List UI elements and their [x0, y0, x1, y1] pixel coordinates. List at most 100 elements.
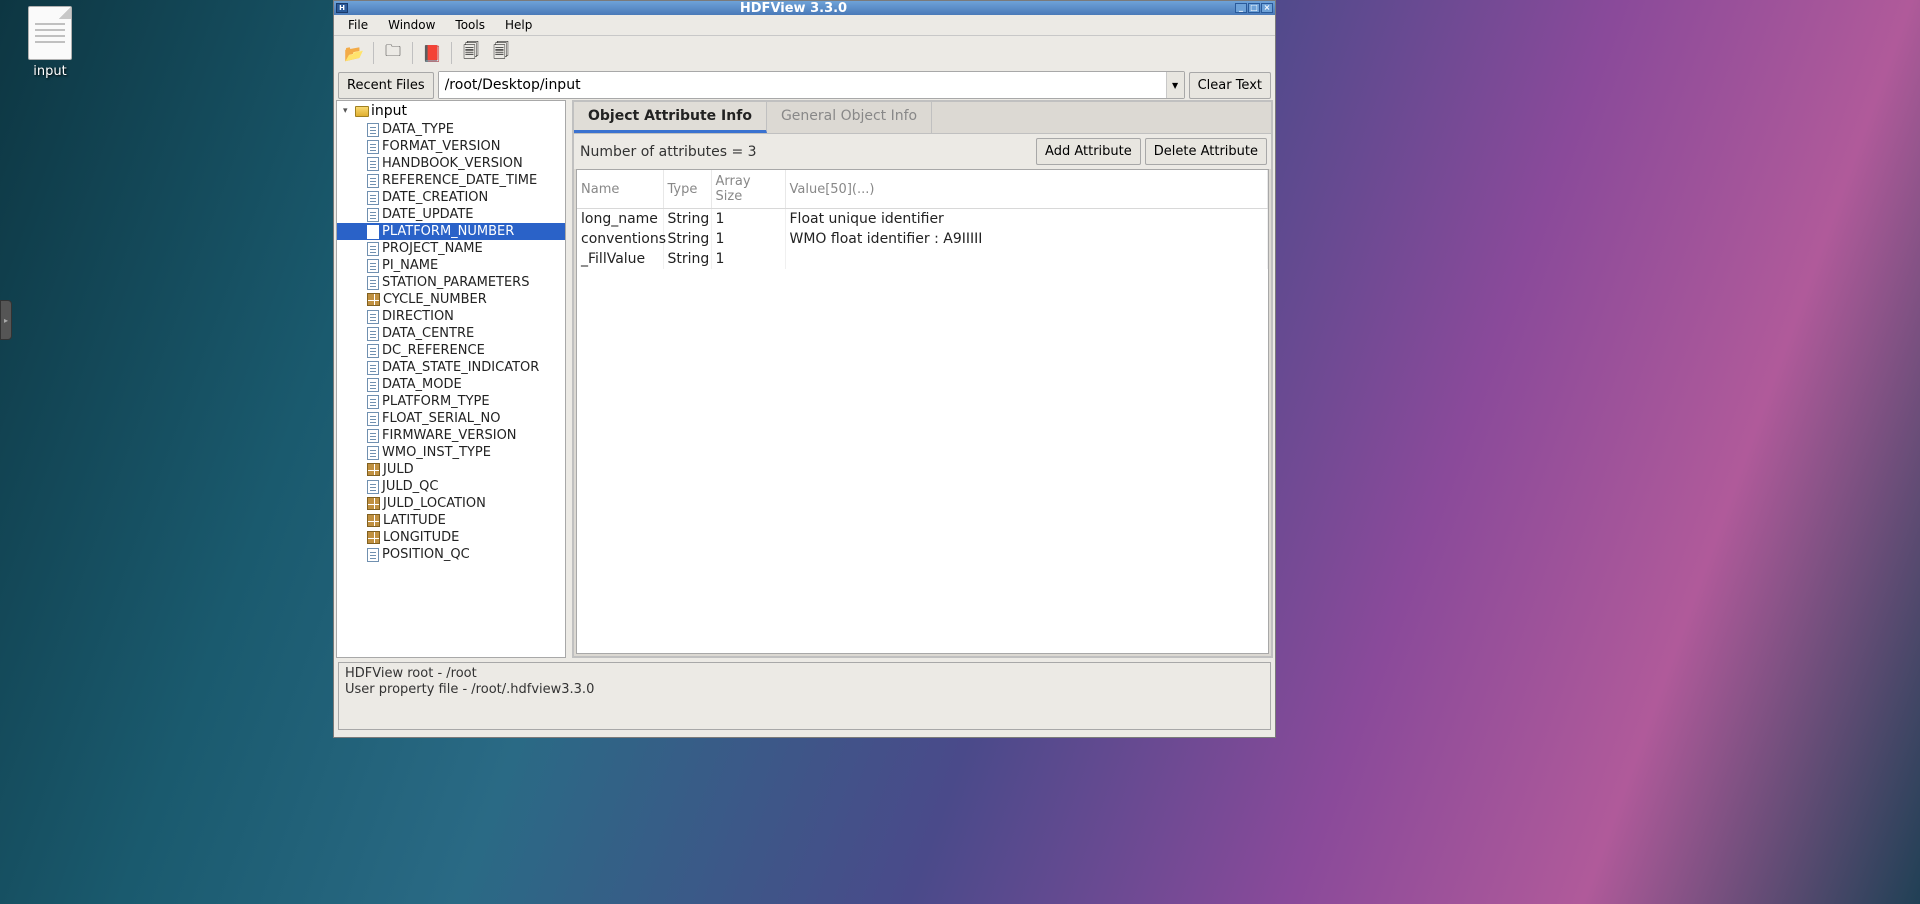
cell-name: _FillValue	[577, 249, 663, 269]
tree-item-wmo_inst_type[interactable]: WMO_INST_TYPE	[337, 444, 565, 461]
cell-value: Float unique identifier	[785, 209, 1268, 230]
table-row[interactable]: _FillValueString1	[577, 249, 1268, 269]
status-line-1: HDFView root - /root	[345, 666, 1264, 682]
tree-item-label: PLATFORM_TYPE	[382, 394, 490, 409]
folder-icon[interactable]: 🗀	[379, 40, 407, 66]
tree-item-label: HANDBOOK_VERSION	[382, 156, 523, 171]
tree-item-pi_name[interactable]: PI_NAME	[337, 257, 565, 274]
tree-item-juld[interactable]: JULD	[337, 461, 565, 478]
tree-item-platform_number[interactable]: PLATFORM_NUMBER	[337, 223, 565, 240]
tree-item-label: JULD	[383, 462, 414, 477]
dataset-grid-icon	[367, 531, 380, 544]
dataset-doc-icon	[367, 395, 379, 409]
path-input[interactable]	[439, 72, 1166, 98]
tree-item-dc_reference[interactable]: DC_REFERENCE	[337, 342, 565, 359]
tree-item-label: STATION_PARAMETERS	[382, 275, 529, 290]
expander-icon[interactable]: ▾	[343, 106, 353, 116]
dataset-doc-icon	[367, 429, 379, 443]
title-bar[interactable]: H HDFView 3.3.0 _ □ ×	[334, 1, 1275, 15]
cell-type: String	[663, 249, 711, 269]
tree-item-position_qc[interactable]: POSITION_QC	[337, 546, 565, 563]
delete-attribute-button[interactable]: Delete Attribute	[1145, 138, 1267, 165]
tree-item-data_type[interactable]: DATA_TYPE	[337, 121, 565, 138]
dataset-grid-icon	[367, 514, 380, 527]
dataset-grid-icon	[367, 463, 380, 476]
dataset-doc-icon	[367, 208, 379, 222]
attribute-table-container: Name Type Array Size Value[50](...) long…	[576, 169, 1269, 654]
tab-general-object-info[interactable]: General Object Info	[767, 102, 932, 133]
tree-item-platform_type[interactable]: PLATFORM_TYPE	[337, 393, 565, 410]
cell-type: String	[663, 209, 711, 230]
add-attribute-button[interactable]: Add Attribute	[1036, 138, 1141, 165]
dataset-doc-icon	[367, 191, 379, 205]
cell-size: 1	[711, 209, 785, 230]
table-row[interactable]: conventionsString1WMO float identifier :…	[577, 229, 1268, 249]
desktop-file-label: input	[18, 64, 82, 79]
tree-item-label: DIRECTION	[382, 309, 454, 324]
dataset-doc-icon	[367, 259, 379, 273]
file-icon	[28, 6, 72, 60]
menu-file[interactable]: File	[338, 16, 378, 34]
tree-item-label: DATA_MODE	[382, 377, 462, 392]
nav-fwd-icon[interactable]: 🗐	[487, 40, 515, 66]
folder-icon	[355, 106, 369, 117]
cell-value: WMO float identifier : A9IIIII	[785, 229, 1268, 249]
book-icon[interactable]: 📕	[418, 40, 446, 66]
tree-item-juld_qc[interactable]: JULD_QC	[337, 478, 565, 495]
desktop-file-icon[interactable]: input	[18, 6, 82, 79]
attribute-table[interactable]: Name Type Array Size Value[50](...) long…	[577, 170, 1268, 269]
dataset-grid-icon	[367, 497, 380, 510]
tree-item-data_state_indicator[interactable]: DATA_STATE_INDICATOR	[337, 359, 565, 376]
tree-item-label: FORMAT_VERSION	[382, 139, 500, 154]
tree-root[interactable]: ▾ input	[337, 101, 565, 121]
col-array-size[interactable]: Array Size	[711, 170, 785, 209]
minimize-button[interactable]: _	[1235, 3, 1247, 13]
tab-object-attribute-info[interactable]: Object Attribute Info	[574, 102, 767, 133]
tree-item-date_update[interactable]: DATE_UPDATE	[337, 206, 565, 223]
recent-files-button[interactable]: Recent Files	[338, 72, 434, 99]
tree-item-direction[interactable]: DIRECTION	[337, 308, 565, 325]
tree-item-format_version[interactable]: FORMAT_VERSION	[337, 138, 565, 155]
panel-handle[interactable]: ▸	[0, 300, 12, 340]
tree-item-cycle_number[interactable]: CYCLE_NUMBER	[337, 291, 565, 308]
tree-item-firmware_version[interactable]: FIRMWARE_VERSION	[337, 427, 565, 444]
col-name[interactable]: Name	[577, 170, 663, 209]
menu-bar: File Window Tools Help	[334, 15, 1275, 36]
toolbar: 📂 🗀 📕 🗐 🗐	[334, 36, 1275, 70]
path-bar: Recent Files ▼ Clear Text	[334, 70, 1275, 100]
path-combo: ▼	[438, 71, 1185, 99]
col-type[interactable]: Type	[663, 170, 711, 209]
tree-item-project_name[interactable]: PROJECT_NAME	[337, 240, 565, 257]
open-icon[interactable]: 📂	[340, 40, 368, 66]
tree-panel[interactable]: ▾ input DATA_TYPEFORMAT_VERSION HANDBOOK_…	[336, 100, 566, 658]
tree-item-date_creation[interactable]: DATE_CREATION	[337, 189, 565, 206]
cell-type: String	[663, 229, 711, 249]
tree-item-label: POSITION_QC	[382, 547, 470, 562]
tree-item-label: WMO_INST_TYPE	[382, 445, 491, 460]
tree-item-label: LONGITUDE	[383, 530, 459, 545]
dataset-doc-icon	[367, 225, 379, 239]
tree-item-latitude[interactable]: LATITUDE	[337, 512, 565, 529]
nav-back-icon[interactable]: 🗐	[457, 40, 485, 66]
table-row[interactable]: long_nameString1Float unique identifier	[577, 209, 1268, 230]
tree-item-reference_date_time[interactable]: REFERENCE_DATE_TIME	[337, 172, 565, 189]
menu-help[interactable]: Help	[495, 16, 542, 34]
tree-item-station_parameters[interactable]: STATION_PARAMETERS	[337, 274, 565, 291]
tree-item-data_mode[interactable]: DATA_MODE	[337, 376, 565, 393]
dataset-grid-icon	[367, 293, 380, 306]
menu-tools[interactable]: Tools	[445, 16, 495, 34]
tree-item-float_serial_no[interactable]: FLOAT_SERIAL_NO	[337, 410, 565, 427]
tree-item-juld_location[interactable]: JULD_LOCATION	[337, 495, 565, 512]
menu-window[interactable]: Window	[378, 16, 445, 34]
tree-item-data_centre[interactable]: DATA_CENTRE	[337, 325, 565, 342]
tabs-container: Object Attribute Info General Object Inf…	[572, 100, 1273, 658]
close-button[interactable]: ×	[1261, 3, 1273, 13]
col-value[interactable]: Value[50](...)	[785, 170, 1268, 209]
clear-text-button[interactable]: Clear Text	[1189, 72, 1271, 99]
tree-item-label: CYCLE_NUMBER	[383, 292, 487, 307]
tree-item-longitude[interactable]: LONGITUDE	[337, 529, 565, 546]
path-dropdown-icon[interactable]: ▼	[1166, 72, 1184, 98]
cell-size: 1	[711, 229, 785, 249]
tree-item-handbook_version[interactable]: HANDBOOK_VERSION	[337, 155, 565, 172]
maximize-button[interactable]: □	[1248, 3, 1260, 13]
